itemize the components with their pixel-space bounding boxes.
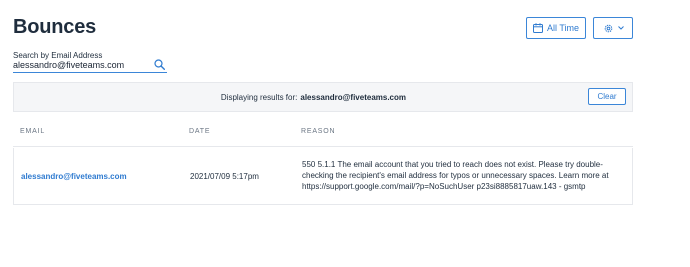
gear-icon (603, 23, 614, 34)
results-query: alessandro@fiveteams.com (300, 93, 406, 102)
settings-dropdown-button[interactable] (593, 17, 633, 39)
calendar-icon (532, 23, 543, 33)
results-summary: Displaying results for: alessandro@fivete… (14, 93, 406, 102)
page-title: Bounces (13, 16, 97, 38)
clear-button[interactable]: Clear (588, 88, 626, 105)
bounce-date: 2021/07/09 5:17pm (190, 172, 259, 181)
chevron-down-icon (617, 26, 624, 30)
bounce-email-link[interactable]: alessandro@fiveteams.com (21, 172, 127, 181)
search-icon[interactable] (154, 59, 165, 70)
bounce-reason: 550 5.1.1 The email account that you tri… (302, 160, 609, 191)
results-prefix: Displaying results for: (220, 93, 298, 102)
results-bar: Displaying results for: alessandro@fivete… (13, 82, 633, 112)
search-input[interactable] (13, 58, 149, 72)
column-header-email: EMAIL (20, 128, 46, 135)
column-header-reason: REASON (301, 128, 336, 135)
column-header-date: DATE (189, 128, 211, 135)
table-row: alessandro@fiveteams.com 2021/07/09 5:17… (13, 148, 633, 205)
time-range-label: All Time (546, 23, 579, 33)
time-range-button[interactable]: All Time (526, 17, 586, 39)
header-divider (13, 146, 633, 147)
search-field (13, 58, 167, 73)
